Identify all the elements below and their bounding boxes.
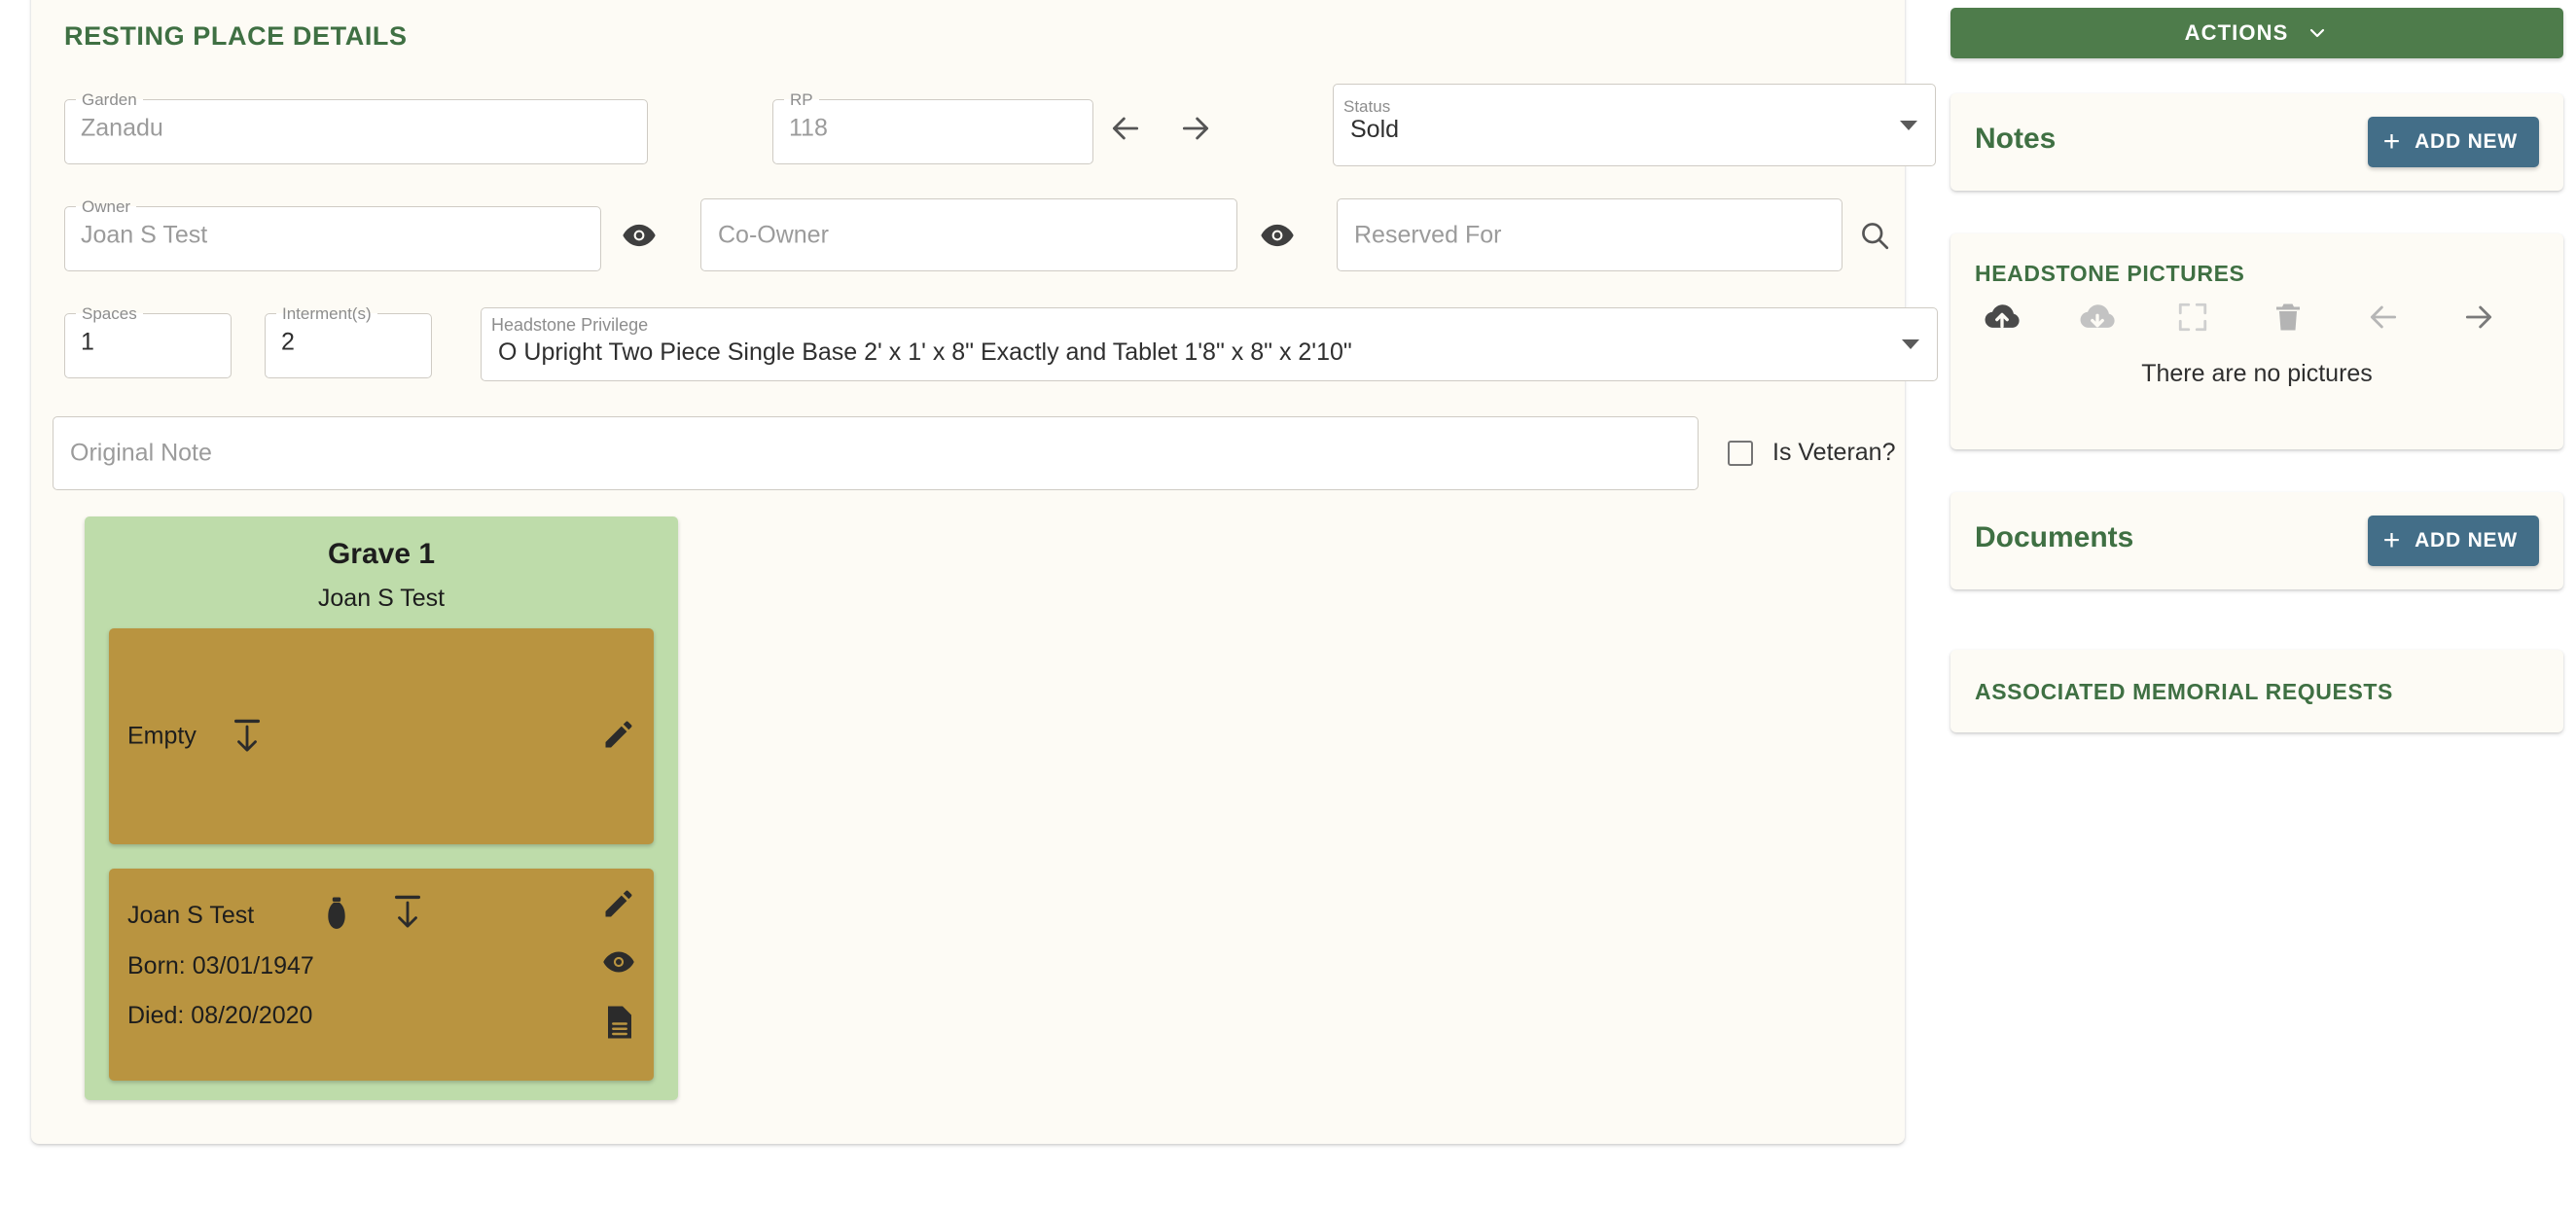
notes-add-new-button[interactable]: + ADD NEW [2367,117,2539,167]
headstone-pictures-title: HEADSTONE PICTURES [1975,261,2245,286]
original-note-field[interactable]: Original Note [53,416,1699,490]
status-select[interactable]: Status Sold [1333,84,1936,166]
grave-slot-empty[interactable]: Empty [109,628,654,844]
slot-born: Born: 03/01/1947 [127,952,314,979]
memorial-requests-card: ASSOCIATED MEMORIAL REQUESTS [1950,650,2563,732]
coowner-reveal-button[interactable] [1253,212,1302,259]
headstone-privilege-label: Headstone Privilege [491,315,649,335]
documents-title: Documents [1975,521,2134,553]
trash-icon [2276,303,2300,331]
interments-label: Interment(s) [282,304,372,323]
owner-label: Owner [82,197,131,216]
urn-icon[interactable] [326,896,347,936]
documents-card: Documents + ADD NEW [1950,492,2563,589]
page-title: RESTING PLACE DETAILS [64,21,408,51]
eye-icon [623,224,656,247]
lower-casket-icon[interactable] [391,892,424,938]
reserved-for-search-button[interactable] [1850,212,1899,259]
cloud-upload-button[interactable] [1975,290,2029,344]
status-label: Status [1343,97,1391,116]
garden-field[interactable]: Garden Zanadu [64,91,648,164]
plus-icon: + [2382,524,2402,556]
is-veteran-label: Is Veteran? [1772,439,1896,466]
grave-card: Grave 1 Joan S Test Empty Joan S Test Bo… [85,516,678,1100]
rp-prev-button[interactable] [1101,105,1150,152]
edit-icon[interactable] [601,717,636,756]
rp-label: RP [790,90,813,109]
arrow-left-icon [2370,305,2397,329]
search-icon [1862,223,1889,250]
cloud-upload-icon [1985,304,2020,329]
owner-field[interactable]: Owner Joan S Test [64,198,601,271]
page-root: RESTING PLACE DETAILS Garden Zanadu RP 1… [0,0,2576,1210]
rp-field[interactable]: RP 118 [772,91,1093,164]
headstone-pictures-card: HEADSTONE PICTURES There are no pictures [1950,233,2563,449]
interments-field[interactable]: Interment(s) 2 [265,305,432,378]
notes-add-new-label: ADD NEW [2415,130,2518,153]
memorial-requests-title: ASSOCIATED MEMORIAL REQUESTS [1975,679,2393,704]
notes-title: Notes [1975,123,2057,155]
cloud-download-button[interactable] [2070,290,2125,344]
slot-name: Empty [127,722,197,750]
document-icon[interactable] [604,1005,635,1045]
grave-subtitle: Joan S Test [317,585,446,612]
spaces-value: 1 [81,328,94,355]
headstone-privilege-value: O Upright Two Piece Single Base 2' x 1' … [498,338,1352,366]
coowner-field[interactable]: Co-Owner [700,198,1237,271]
garden-label: Garden [82,90,137,109]
chevron-down-icon [1902,339,1919,349]
spaces-label: Spaces [82,304,137,323]
arrow-right-icon [1182,117,1209,140]
headstone-privilege-select[interactable]: Headstone Privilege O Upright Two Piece … [481,307,1938,381]
fullscreen-button[interactable] [2165,290,2220,344]
headstone-pictures-empty-text: There are no pictures [2141,360,2373,387]
actions-button[interactable]: ACTIONS [1950,8,2563,58]
interments-value: 2 [281,328,295,355]
slot-died: Died: 08/20/2020 [127,1002,313,1029]
spaces-field[interactable]: Spaces 1 [64,305,232,378]
arrow-right-icon [2465,305,2492,329]
arrow-left-icon [1112,117,1139,140]
grave-title: Grave 1 [327,538,436,570]
notes-card: Notes + ADD NEW [1950,93,2563,191]
edit-icon[interactable] [601,886,636,926]
cloud-download-icon [2080,304,2115,328]
eye-icon[interactable] [601,944,636,984]
headstone-pictures-toolbar [1975,290,2539,344]
documents-add-new-label: ADD NEW [2415,529,2518,552]
delete-picture-button[interactable] [2261,290,2315,344]
documents-add-new-button[interactable]: + ADD NEW [2367,516,2539,566]
slot-name: Joan S Test [127,902,255,929]
next-picture-button[interactable] [2451,290,2506,344]
lower-casket-icon[interactable] [231,717,264,756]
chevron-down-icon [2310,28,2325,38]
plus-icon: + [2382,125,2402,158]
garden-value: Zanadu [81,114,163,141]
previous-picture-button[interactable] [2356,290,2411,344]
eye-icon [1261,224,1294,247]
reserved-for-placeholder: Reserved For [1354,221,1502,248]
owner-reveal-button[interactable] [615,212,663,259]
reserved-for-field[interactable]: Reserved For [1337,198,1843,271]
owner-value: Joan S Test [81,221,208,248]
fullscreen-icon [2178,302,2207,332]
grave-slot-occupant[interactable]: Joan S Test Born: 03/01/1947 Died: 08/20… [109,869,654,1081]
actions-button-label: ACTIONS [2184,20,2289,45]
original-note-placeholder: Original Note [70,439,212,467]
chevron-down-icon [1900,120,1917,130]
is-veteran-checkbox[interactable] [1728,441,1753,466]
coowner-placeholder: Co-Owner [718,221,829,248]
status-value: Sold [1350,116,1400,143]
rp-next-button[interactable] [1171,105,1220,152]
resting-place-details-card: RESTING PLACE DETAILS Garden Zanadu RP 1… [31,0,1938,1144]
rp-value: 118 [789,114,828,141]
